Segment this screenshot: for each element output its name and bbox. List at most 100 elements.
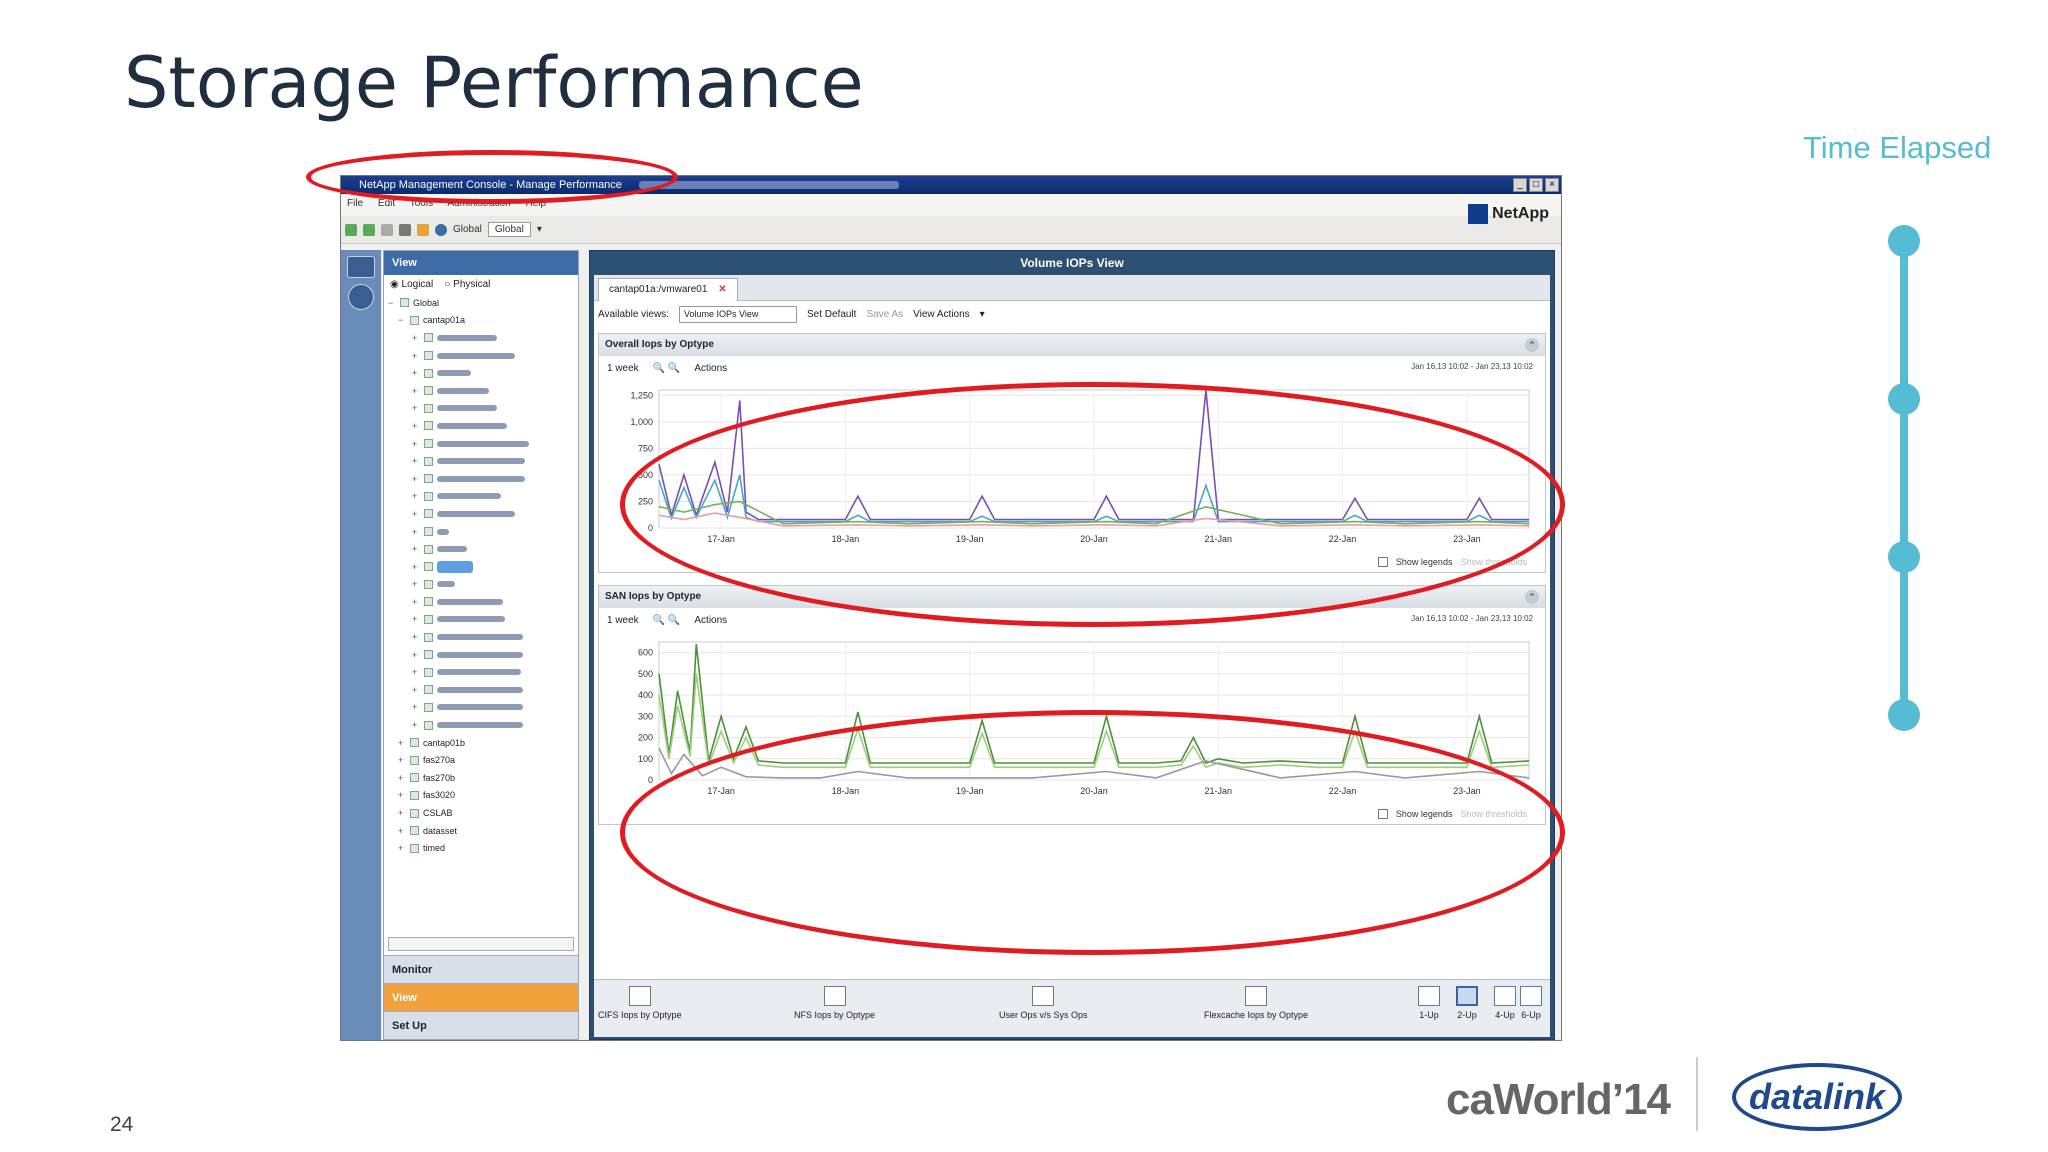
view-actions-button[interactable]: View Actions <box>913 309 970 320</box>
tree-item-volume[interactable]: + <box>388 452 578 470</box>
dashboard-gauge-icon[interactable] <box>348 284 374 310</box>
radio-logical-icon[interactable]: ◉ <box>390 279 399 290</box>
radio-logical-label[interactable]: Logical <box>402 279 434 290</box>
tree-item-volume[interactable]: + <box>388 435 578 453</box>
tree-item-volume[interactable]: + <box>388 417 578 435</box>
expand-icon[interactable]: + <box>412 597 420 607</box>
tree-item-volume[interactable]: + <box>388 576 578 594</box>
expand-icon[interactable]: + <box>412 720 420 730</box>
tree-item-volume[interactable]: + <box>388 593 578 611</box>
tree-item-volume[interactable]: + <box>388 347 578 365</box>
tree-item-volume[interactable]: + <box>388 628 578 646</box>
tree-item-volume[interactable]: + <box>388 681 578 699</box>
chevron-down-icon[interactable]: ▾ <box>537 224 542 235</box>
actions-button[interactable]: Actions <box>694 363 727 374</box>
radio-physical-label[interactable]: Physical <box>453 279 490 290</box>
tree-item-volume[interactable]: + <box>388 470 578 488</box>
nav-tab-view[interactable]: View <box>384 983 578 1011</box>
tree-item-storage[interactable]: + fas3020 <box>388 787 578 805</box>
expand-icon[interactable]: + <box>412 456 420 466</box>
menu-item-edit[interactable]: Edit <box>378 198 395 209</box>
help-icon[interactable] <box>435 223 447 236</box>
tree-item-volume[interactable]: + <box>388 505 578 523</box>
tree-item-storage[interactable]: + fas270a <box>388 751 578 769</box>
menu-item-file[interactable]: File <box>347 198 363 209</box>
expand-icon[interactable]: + <box>412 544 420 554</box>
zoom-icons[interactable]: 🔍 🔍 <box>653 363 681 374</box>
global-dropdown[interactable]: Global <box>487 222 531 237</box>
tree-item-volume[interactable]: + <box>388 611 578 629</box>
back-icon[interactable] <box>345 223 357 236</box>
view-tool-icon[interactable] <box>347 256 375 278</box>
print-icon[interactable] <box>399 223 411 236</box>
layout-1up-button[interactable]: 1-Up <box>1412 986 1446 1020</box>
tree-item-volume[interactable]: + <box>388 540 578 558</box>
horizontal-scrollbar[interactable] <box>388 937 574 951</box>
menu-item-tools[interactable]: Tools <box>410 198 433 209</box>
close-icon[interactable]: × <box>1545 178 1559 192</box>
menu-item-help[interactable]: Help <box>525 198 546 209</box>
range-select[interactable]: 1 week <box>607 363 639 374</box>
tree-item-volume[interactable]: + <box>388 523 578 541</box>
tree-item-volume[interactable]: + <box>388 699 578 717</box>
expand-icon[interactable]: + <box>412 632 420 642</box>
collapse-icon[interactable]: ⌃ <box>1525 338 1539 352</box>
flexcache-iops-button[interactable]: Flexcache Iops by Optype <box>1204 986 1308 1020</box>
nfs-iops-button[interactable]: NFS Iops by Optype <box>794 986 875 1020</box>
nav-tab-monitor[interactable]: Monitor <box>384 955 578 983</box>
timeline-stop[interactable] <box>1888 699 1920 731</box>
zoom-icons[interactable]: 🔍 🔍 <box>653 615 681 626</box>
expand-icon[interactable]: + <box>412 368 420 378</box>
expand-icon[interactable]: + <box>412 614 420 624</box>
menu-item-administration[interactable]: Administration <box>447 198 510 209</box>
expand-icon[interactable]: + <box>412 685 420 695</box>
layout-2up-button[interactable]: 2-Up <box>1450 986 1484 1020</box>
save-as-button[interactable]: Save As <box>866 309 903 320</box>
expand-icon[interactable]: + <box>412 386 420 396</box>
expand-icon[interactable]: + <box>412 421 420 431</box>
show-legends-checkbox[interactable] <box>1377 557 1388 567</box>
collapse-icon[interactable]: ⌃ <box>1525 590 1539 604</box>
expand-icon[interactable]: + <box>412 667 420 677</box>
tree-item-global[interactable]: − Global <box>388 294 578 312</box>
available-views-select[interactable]: Volume IOPs View <box>678 305 797 323</box>
tree-item-volume[interactable]: + <box>388 382 578 400</box>
timeline-stop[interactable] <box>1888 383 1920 415</box>
refresh-icon[interactable] <box>417 223 429 236</box>
radio-physical-icon[interactable]: ○ <box>444 279 450 290</box>
actions-button[interactable]: Actions <box>694 615 727 626</box>
tree-item-volume[interactable]: + <box>388 329 578 347</box>
cifs-iops-button[interactable]: CIFS Iops by Optype <box>598 986 682 1020</box>
minimize-icon[interactable]: _ <box>1513 178 1527 192</box>
expand-icon[interactable]: + <box>412 562 420 572</box>
tab-volume[interactable]: cantap01a:/vmware01 ✕ <box>598 278 738 301</box>
expand-icon[interactable]: + <box>412 351 420 361</box>
expand-icon[interactable]: + <box>412 702 420 712</box>
expand-icon[interactable]: + <box>412 333 420 343</box>
tree-item-volume[interactable]: + <box>388 716 578 734</box>
user-sys-ops-button[interactable]: User Ops v/s Sys Ops <box>999 986 1088 1020</box>
expand-icon[interactable]: + <box>412 439 420 449</box>
expand-icon[interactable]: + <box>412 650 420 660</box>
close-tab-icon[interactable]: ✕ <box>718 284 726 295</box>
tree-item-volume[interactable]: + <box>388 400 578 418</box>
maximize-icon[interactable]: □ <box>1529 178 1543 192</box>
timeline-stop[interactable] <box>1888 541 1920 573</box>
tree-item-volume[interactable]: + <box>388 558 578 576</box>
home-icon[interactable] <box>381 223 393 236</box>
tree-item-folder[interactable]: + datasset <box>388 822 578 840</box>
expand-icon[interactable]: + <box>412 491 420 501</box>
tree-item-volume[interactable]: + <box>388 663 578 681</box>
expand-icon[interactable]: + <box>412 403 420 413</box>
set-default-button[interactable]: Set Default <box>807 309 856 320</box>
expand-icon[interactable]: + <box>412 509 420 519</box>
forward-icon[interactable] <box>363 223 375 236</box>
tree-item-volume[interactable]: + <box>388 646 578 664</box>
tree-item-cluster-b[interactable]: + cantap01b <box>388 734 578 752</box>
chevron-down-icon[interactable]: ▾ <box>980 309 985 320</box>
nav-tab-setup[interactable]: Set Up <box>384 1011 578 1039</box>
expand-icon[interactable]: + <box>412 579 420 589</box>
layout-6up-button[interactable]: 6-Up <box>1514 986 1548 1020</box>
tree-item-volume[interactable]: + <box>388 488 578 506</box>
expand-icon[interactable]: + <box>412 527 420 537</box>
